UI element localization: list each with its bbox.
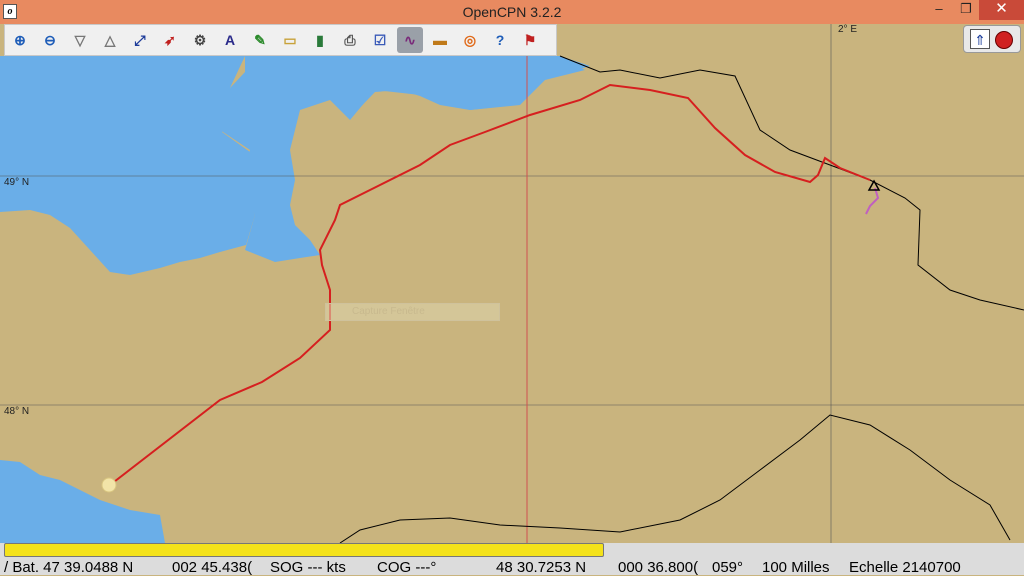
scale-up-icon[interactable]: △ [97, 27, 123, 53]
window-title: OpenCPN 3.2.2 [462, 4, 562, 20]
status-bat: / Bat. 47 39.0488 N [4, 559, 134, 576]
status-lon2: 000 36.800( [618, 559, 699, 576]
route-icon[interactable]: ⤢ [127, 27, 153, 53]
latitude-label-48: 48° N [4, 406, 30, 417]
chart-quilt-icon[interactable]: ☑ [367, 27, 393, 53]
status-sog: SOG --- kts [270, 559, 346, 576]
zoom-out-icon[interactable]: ⊖ [37, 27, 63, 53]
maximize-button[interactable]: ❐ [953, 0, 979, 20]
status-lat2: 48 30.7253 N [496, 559, 587, 576]
current-icon[interactable]: ✎ [247, 27, 273, 53]
latitude-label-49: 49° N [4, 177, 30, 188]
close-button[interactable]: ✕ [979, 0, 1024, 20]
longitude-label-2e: 2° E [838, 24, 858, 35]
scale-down-icon[interactable]: ▽ [67, 27, 93, 53]
track-icon[interactable]: ∿ [397, 27, 423, 53]
zoom-in-icon[interactable]: ⊕ [7, 27, 33, 53]
title-bar: o OpenCPN 3.2.2 – ❐ ✕ [0, 0, 1024, 24]
status-bar: / Bat. 47 39.0488 N 002 45.438( SOG --- … [0, 543, 1024, 576]
minimize-button[interactable]: – [925, 0, 953, 20]
main-toolbar: ⊕ ⊖ ▽ △ ⤢ ➶ ⚙ A ✎ ▭ ▮ ⎙ ☑ ∿ ▬ ◎? ⚑ [4, 24, 557, 56]
status-lon1: 002 45.438( [172, 559, 253, 576]
settings-icon[interactable]: ⚙ [187, 27, 213, 53]
gps-status-icon[interactable] [995, 31, 1013, 49]
mob-icon[interactable]: ◎ [457, 27, 483, 53]
tide-icon[interactable]: ▭ [277, 27, 303, 53]
chart-svg [0, 24, 1024, 543]
chart-canvas[interactable]: 49° N 48° N 2° E Capture Fenêtre [0, 24, 1024, 543]
status-heading: 059° [712, 559, 744, 576]
text-icon[interactable]: A [217, 27, 243, 53]
help-icon[interactable]: ? [487, 27, 513, 53]
print-icon[interactable]: ⎙ [337, 27, 363, 53]
progress-bar [4, 543, 605, 557]
status-distance: 100 Milles [762, 559, 830, 576]
waypoint-marker[interactable] [101, 477, 117, 493]
route-manager-icon[interactable]: ▮ [307, 27, 333, 53]
capture-window-hint: Capture Fenêtre [325, 303, 500, 321]
ais-icon[interactable]: ⚑ [517, 27, 543, 53]
follow-ship-icon[interactable]: ➶ [157, 27, 183, 53]
north-arrow-icon[interactable]: ⇑ [970, 29, 990, 49]
compass-widget[interactable]: ⇑ [963, 25, 1021, 53]
color-scheme-icon[interactable]: ▬ [427, 27, 453, 53]
status-cog: COG ---° [377, 559, 437, 576]
status-scale: Echelle 2140700 [849, 559, 961, 576]
